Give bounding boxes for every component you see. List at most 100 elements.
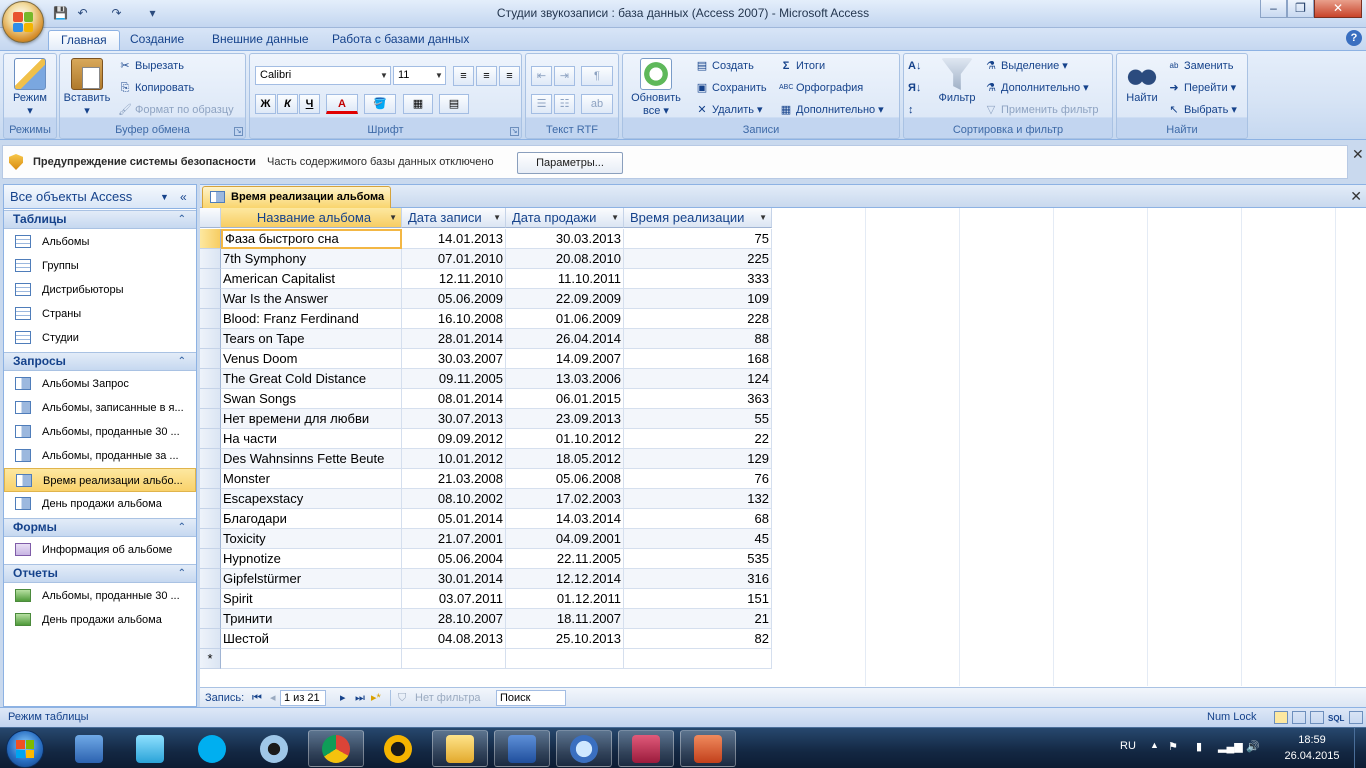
record-date-cell[interactable]: 30.03.2007 (402, 349, 506, 369)
column-header[interactable]: Время реализации ▼ (624, 208, 772, 228)
duration-cell[interactable]: 132 (624, 489, 772, 509)
row-selector[interactable] (200, 249, 221, 269)
row-selector[interactable] (200, 569, 221, 589)
decrease-indent-icon[interactable]: ⇤ (531, 66, 552, 86)
row-selector[interactable] (200, 629, 221, 649)
record-date-cell[interactable]: 14.01.2013 (402, 229, 506, 249)
volume-icon[interactable]: 🔊 (1246, 740, 1260, 753)
table-row[interactable]: Monster 21.03.2008 05.06.2008 76 (200, 469, 772, 489)
record-date-cell[interactable]: 28.10.2007 (402, 609, 506, 629)
sale-date-cell[interactable]: 23.09.2013 (506, 409, 624, 429)
network-icon[interactable]: ⚑ (1168, 740, 1178, 753)
sort-arrow-icon[interactable]: ▼ (493, 208, 501, 227)
font-name-combo[interactable]: Calibri ▼ (255, 66, 391, 85)
duration-cell[interactable]: 109 (624, 289, 772, 309)
sale-date-cell[interactable]: 11.10.2011 (506, 269, 624, 289)
duration-cell[interactable]: 88 (624, 329, 772, 349)
italic-button[interactable]: К (277, 94, 298, 114)
chevron-up-icon[interactable]: ⌃ (178, 519, 186, 536)
duration-cell[interactable]: 333 (624, 269, 772, 289)
album-name-cell[interactable]: Благодари (221, 509, 402, 529)
duration-cell[interactable]: 82 (624, 629, 772, 649)
column-header[interactable]: Название альбома ▼ (221, 208, 402, 228)
chevron-up-icon[interactable]: ⌃ (178, 353, 186, 370)
advanced-filter-button[interactable]: ⚗ Дополнительно ▾ (984, 78, 1089, 98)
totals-button[interactable]: Σ Итоги (779, 56, 825, 76)
font-color-button[interactable]: A (326, 94, 358, 114)
table-row[interactable]: Escapexstacy 08.10.2002 17.02.2003 132 (200, 489, 772, 509)
duration-cell[interactable]: 129 (624, 449, 772, 469)
row-selector[interactable] (200, 289, 221, 309)
record-date-cell[interactable]: 21.07.2001 (402, 529, 506, 549)
clipboard-launcher-icon[interactable]: ↘ (234, 127, 243, 136)
table-row[interactable]: На части 09.09.2012 01.10.2012 22 (200, 429, 772, 449)
album-name-cell[interactable]: Swan Songs (221, 389, 402, 409)
album-name-cell[interactable]: American Capitalist (221, 269, 402, 289)
language-indicator[interactable]: RU (1120, 740, 1136, 752)
security-options-button[interactable]: Параметры... (517, 152, 623, 174)
album-name-cell[interactable]: Тринити (221, 609, 402, 629)
alternate-fill-icon[interactable]: ▤ (439, 94, 469, 114)
record-date-cell[interactable]: 16.10.2008 (402, 309, 506, 329)
album-name-cell[interactable]: Spirit (221, 589, 402, 609)
table-row[interactable]: Spirit 03.07.2011 01.12.2011 151 (200, 589, 772, 609)
save-record-button[interactable]: ▣ Сохранить (695, 78, 767, 98)
row-selector[interactable] (200, 309, 221, 329)
row-selector[interactable] (200, 529, 221, 549)
first-record-icon[interactable]: ⏮ (252, 688, 262, 708)
sort-arrow-icon[interactable]: ▼ (389, 208, 397, 227)
table-row[interactable]: Swan Songs 08.01.2014 06.01.2015 363 (200, 389, 772, 409)
table-row[interactable]: Благодари 05.01.2014 14.03.2014 68 (200, 509, 772, 529)
nav-item[interactable]: Время реализации альбо... (4, 468, 196, 492)
row-selector[interactable] (200, 429, 221, 449)
tab-external-data[interactable]: Внешние данные (200, 30, 321, 50)
duration-cell[interactable]: 22 (624, 429, 772, 449)
empty-cell[interactable] (506, 649, 624, 669)
device-icon[interactable]: ▮ (1196, 740, 1202, 753)
sale-date-cell[interactable]: 12.12.2014 (506, 569, 624, 589)
table-row[interactable]: Venus Doom 30.03.2007 14.09.2007 168 (200, 349, 772, 369)
pivot-chart-view-icon[interactable] (1310, 711, 1324, 724)
record-date-cell[interactable]: 09.09.2012 (402, 429, 506, 449)
nav-pane-header[interactable]: Все объекты Access ▼ « (4, 185, 196, 209)
table-row[interactable]: Шестой 04.08.2013 25.10.2013 82 (200, 629, 772, 649)
record-date-cell[interactable]: 07.01.2010 (402, 249, 506, 269)
copy-button[interactable]: ⎘ Копировать (118, 78, 195, 98)
record-date-cell[interactable]: 12.11.2010 (402, 269, 506, 289)
table-row[interactable]: Gipfelstürmer 30.01.2014 12.12.2014 316 (200, 569, 772, 589)
font-size-combo[interactable]: 11 ▼ (393, 66, 446, 85)
align-left-icon[interactable]: ≡ (453, 66, 474, 86)
sort-arrow-icon[interactable]: ▼ (611, 208, 619, 227)
next-record-icon[interactable]: ▸ (340, 688, 346, 708)
duration-cell[interactable]: 124 (624, 369, 772, 389)
tab-database-tools[interactable]: Работа с базами данных (320, 30, 481, 50)
album-name-cell[interactable]: Venus Doom (221, 349, 402, 369)
nav-item[interactable]: Студии (4, 326, 196, 350)
record-date-cell[interactable]: 10.01.2012 (402, 449, 506, 469)
nav-item[interactable]: Информация об альбоме (4, 538, 196, 562)
close-document-icon[interactable]: ✕ (1350, 188, 1362, 205)
nav-section-header[interactable]: Таблицы ⌃ (4, 210, 196, 229)
nav-item[interactable]: Альбомы, записанные в я... (4, 396, 196, 420)
nav-item[interactable]: Альбомы (4, 230, 196, 254)
highlight-icon[interactable]: ab (581, 94, 613, 114)
nav-item[interactable]: Альбомы Запрос (4, 372, 196, 396)
taskbar-app-word[interactable] (494, 730, 550, 767)
album-name-cell[interactable]: Фаза быстрого сна (221, 229, 402, 249)
table-row[interactable]: Фаза быстрого сна 14.01.2013 30.03.2013 75 (200, 229, 772, 249)
chevron-up-icon[interactable]: ⌃ (178, 211, 186, 228)
sale-date-cell[interactable]: 04.09.2001 (506, 529, 624, 549)
taskbar-app-daemon[interactable] (370, 730, 426, 767)
duration-cell[interactable]: 55 (624, 409, 772, 429)
sale-date-cell[interactable]: 06.01.2015 (506, 389, 624, 409)
tab-home[interactable]: Главная (48, 30, 120, 50)
duration-cell[interactable]: 68 (624, 509, 772, 529)
numbering-icon[interactable]: ☷ (554, 94, 575, 114)
empty-cell[interactable] (221, 649, 402, 669)
increase-indent-icon[interactable]: ⇥ (554, 66, 575, 86)
record-date-cell[interactable]: 03.07.2011 (402, 589, 506, 609)
filter-button[interactable]: Фильтр (934, 58, 980, 105)
duration-cell[interactable]: 316 (624, 569, 772, 589)
align-right-icon[interactable]: ≡ (499, 66, 520, 86)
taskbar-app-home[interactable] (61, 730, 117, 767)
